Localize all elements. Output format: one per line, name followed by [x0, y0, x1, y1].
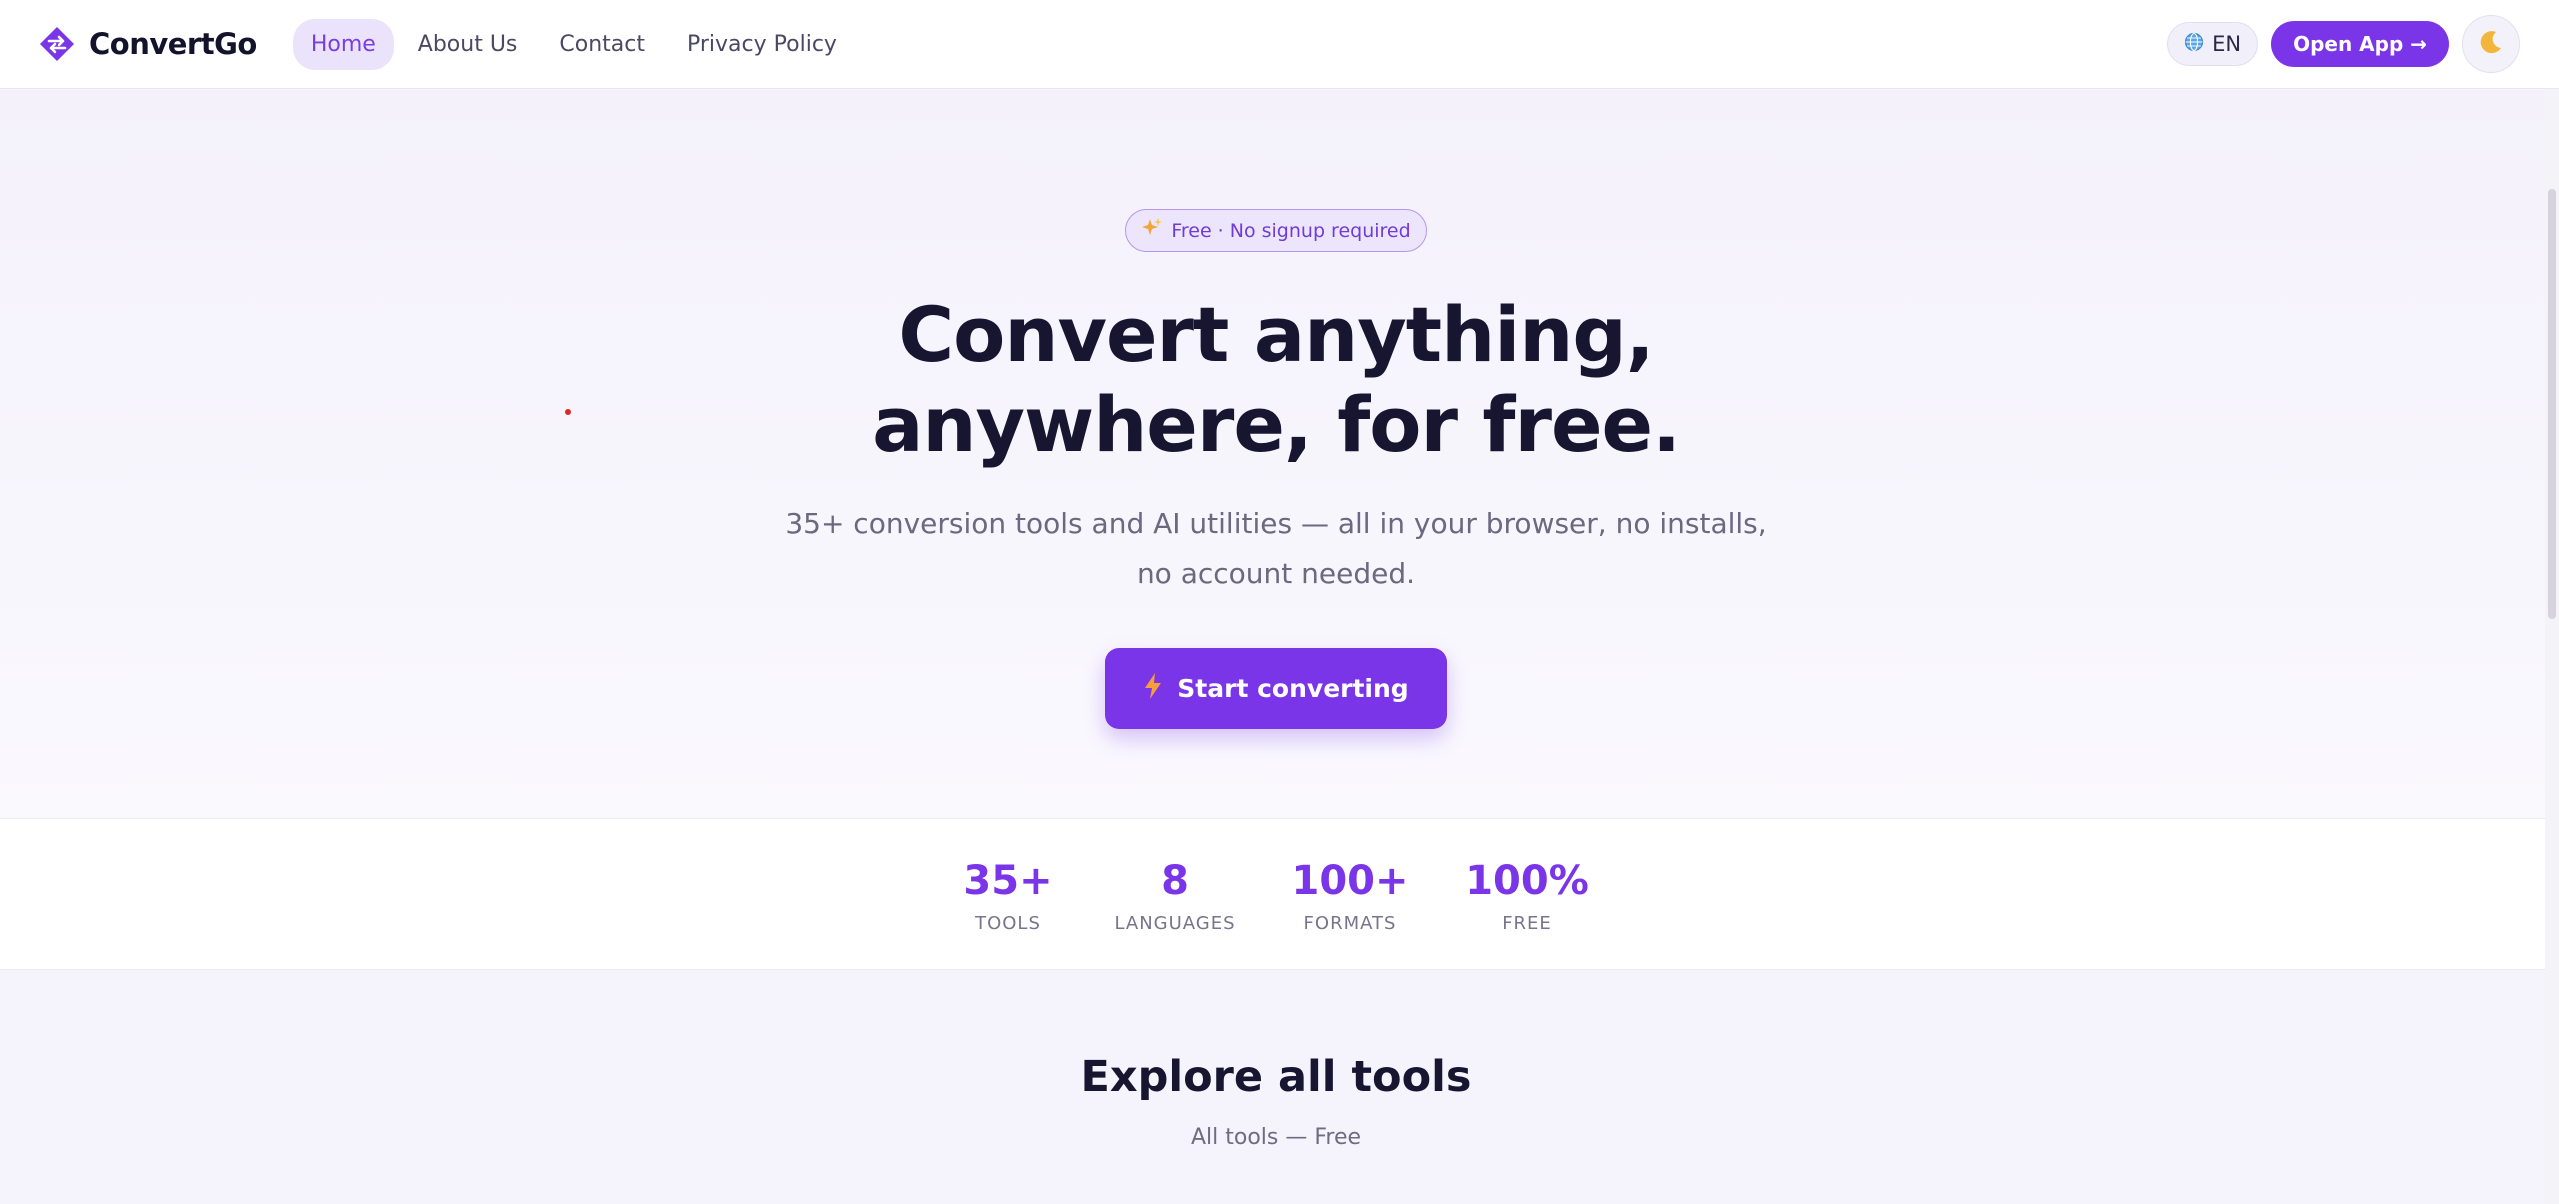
theme-toggle-button[interactable] — [2462, 15, 2520, 73]
badge-text: Free · No signup required — [1171, 219, 1411, 242]
brand-link[interactable]: ConvertGo — [39, 26, 257, 62]
stat-label: TOOLS — [975, 913, 1041, 934]
stat-label: FORMATS — [1303, 913, 1397, 934]
nav-link-about-us[interactable]: About Us — [400, 19, 536, 70]
stat-tools: 35+ TOOLS — [950, 857, 1066, 934]
lightning-icon — [1143, 672, 1163, 706]
cursor-dot — [565, 409, 571, 415]
convert-arrows-logo-icon — [39, 26, 75, 62]
sparkles-icon — [1141, 217, 1163, 244]
explore-subtitle: All tools — Free — [1190, 1125, 1362, 1150]
nav-link-contact[interactable]: Contact — [541, 19, 663, 70]
stat-value: 100% — [1465, 858, 1589, 904]
scrollbar-thumb[interactable] — [2548, 189, 2556, 619]
top-navbar: ConvertGo Home About Us Contact Privacy … — [0, 0, 2559, 89]
stat-languages: 8 LANGUAGES — [1110, 857, 1240, 934]
nav-link-privacy-policy[interactable]: Privacy Policy — [669, 19, 855, 70]
hero-section: Free · No signup required Convert anythi… — [0, 90, 2545, 818]
language-selector[interactable]: EN — [2167, 22, 2259, 66]
hero-subtitle-line-2: no account needed. — [1136, 557, 1416, 590]
hero-subtitle-line-1: 35+ conversion tools and AI utilities — … — [785, 507, 1767, 540]
stats-bar: 35+ TOOLS 8 LANGUAGES 100+ FORMATS 100% … — [0, 818, 2545, 970]
stat-free: 100% FREE — [1462, 857, 1592, 934]
explore-tools-section: Explore all tools All tools — Free — [0, 970, 2545, 1204]
nav-actions: EN Open App → — [2167, 15, 2520, 73]
stat-label: FREE — [1502, 913, 1552, 934]
hero-subtitle: 35+ conversion tools and AI utilities — … — [0, 499, 2552, 599]
open-app-button[interactable]: Open App → — [2271, 21, 2449, 67]
stat-value: 8 — [1161, 858, 1189, 904]
stat-label: LANGUAGES — [1114, 913, 1236, 934]
start-converting-button[interactable]: Start converting — [1105, 648, 1447, 729]
hero-title-line-2: anywhere, for free. — [872, 380, 1681, 469]
free-badge: Free · No signup required — [1125, 209, 1427, 252]
page-scrollbar[interactable] — [2545, 89, 2559, 1204]
stat-value: 35+ — [963, 858, 1053, 904]
nav-link-home[interactable]: Home — [292, 18, 394, 70]
hero-title-line-1: Convert anything, — [898, 290, 1654, 379]
language-label: EN — [2212, 32, 2242, 56]
cta-label: Start converting — [1177, 674, 1409, 703]
main-nav: Home About Us Contact Privacy Policy — [292, 18, 855, 70]
stat-formats: 100+ FORMATS — [1290, 857, 1410, 934]
explore-title: Explore all tools — [1080, 1052, 1472, 1102]
page: ConvertGo Home About Us Contact Privacy … — [0, 0, 2559, 1204]
brand-name: ConvertGo — [89, 27, 257, 61]
moon-icon — [2477, 28, 2505, 60]
stat-value: 100+ — [1291, 858, 1409, 904]
globe-icon — [2184, 32, 2204, 57]
hero-title: Convert anything, anywhere, for free. — [0, 290, 2552, 470]
